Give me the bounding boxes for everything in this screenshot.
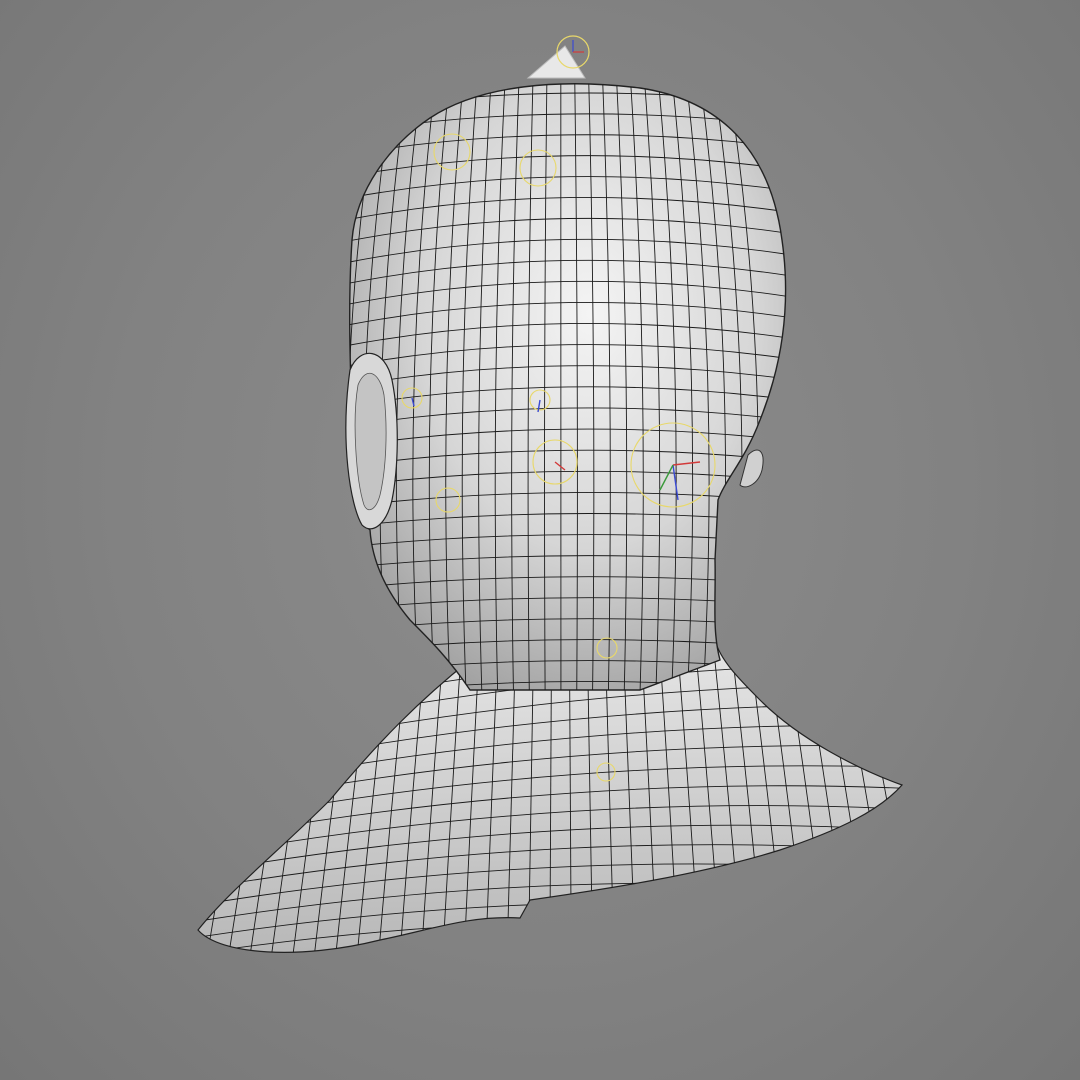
top-handle[interactable] bbox=[526, 35, 590, 79]
ear-mesh[interactable] bbox=[345, 352, 398, 530]
scene-canvas[interactable] bbox=[0, 0, 1080, 1080]
3d-viewport[interactable] bbox=[0, 0, 1080, 1080]
head-mesh[interactable] bbox=[330, 80, 800, 719]
